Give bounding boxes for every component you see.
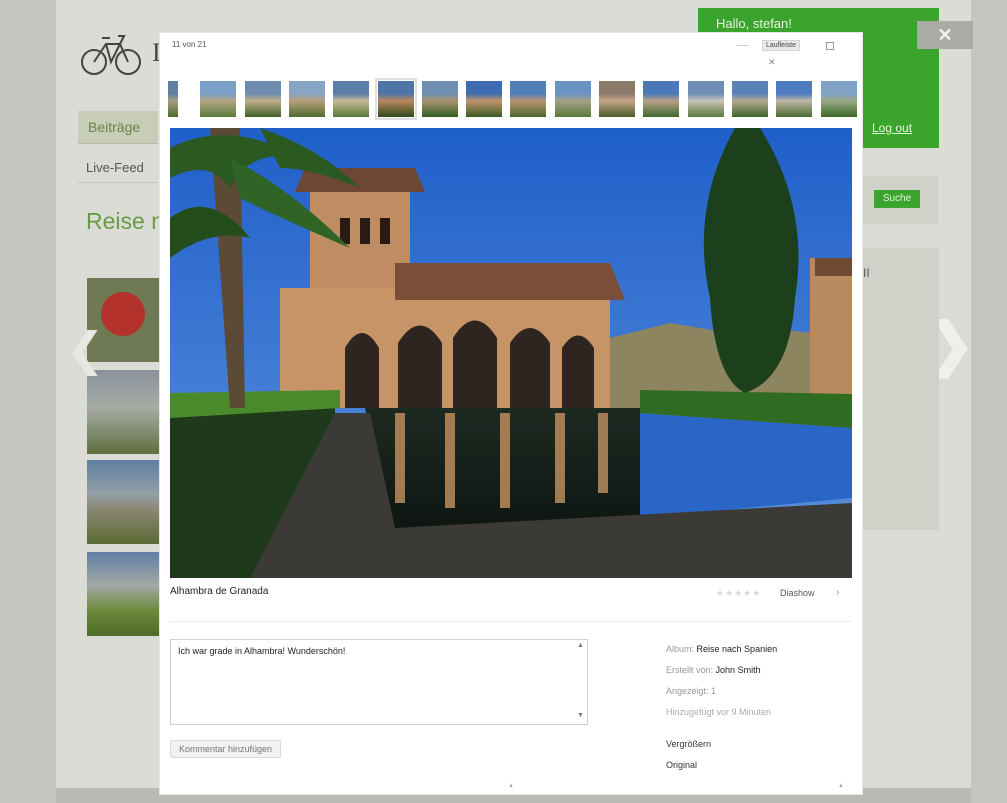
enlarge-link[interactable]: Vergrößern [666, 739, 711, 749]
scroll-indicator: ▲ [838, 783, 844, 789]
album-value[interactable]: Reise nach Spanien [697, 644, 778, 654]
photo-meta: Album: Reise nach Spanien Erstellt von: … [666, 639, 777, 723]
added-text: Hinzugefügt vor 9 Minuten [666, 707, 772, 717]
created-row: Erstellt von: John Smith [666, 660, 777, 681]
scroll-down-icon[interactable]: ▼ [577, 712, 584, 719]
comment-scrollbar[interactable]: ▲ ▼ [574, 640, 587, 724]
close-icon[interactable]: ✕ [917, 21, 973, 49]
sidebar-text: II [863, 266, 870, 280]
rating-stars[interactable]: ★★★★★ [716, 588, 761, 599]
main-photo[interactable] [170, 128, 852, 578]
added-row: Hinzugefügt vor 9 Minuten [666, 702, 777, 723]
filmstrip-thumbnail[interactable] [289, 81, 325, 117]
filmstrip-thumbnail[interactable] [333, 81, 369, 117]
filmstrip-thumbnail[interactable] [200, 81, 236, 117]
filmstrip-thumbnail[interactable] [168, 81, 178, 117]
divider [737, 45, 749, 46]
fullscreen-icon[interactable] [826, 42, 834, 50]
page-title: Reise n [86, 208, 164, 234]
search-button[interactable]: Suche [874, 190, 920, 208]
sidebar-box: II [851, 248, 939, 530]
filmstrip-thumbnail[interactable] [776, 81, 812, 117]
album-thumbnail[interactable] [87, 460, 159, 544]
views-row: Angezeigt: 1 [666, 681, 777, 702]
filmstrip-thumbnail[interactable] [599, 81, 635, 117]
scroll-up-icon[interactable]: ▲ [577, 642, 584, 649]
filmstrip-thumbnail[interactable] [555, 81, 591, 117]
divider [78, 182, 158, 183]
greeting-text: Hallo, stefan! [716, 16, 792, 31]
chevron-left-icon[interactable]: ❮ [66, 322, 105, 376]
filmstrip [168, 78, 857, 120]
filmstrip-thumbnail[interactable] [466, 81, 502, 117]
alhambra-photo [170, 128, 852, 578]
tab-live-feed[interactable]: Live-Feed [86, 160, 144, 175]
filmstrip-thumbnail[interactable] [422, 81, 458, 117]
add-comment-button[interactable]: Kommentar hinzufügen [170, 740, 282, 758]
filmstrip-thumbnail[interactable] [245, 81, 281, 117]
slideshow-link[interactable]: Diashow [780, 588, 815, 598]
created-value[interactable]: John Smith [716, 665, 761, 675]
views-label: Angezeigt: [666, 686, 709, 696]
filmstrip-thumbnail[interactable] [643, 81, 679, 117]
created-label: Erstellt von: [666, 665, 714, 675]
tab-posts[interactable]: Beiträge [78, 111, 158, 143]
logout-link[interactable]: Log out [872, 121, 912, 135]
bicycle-icon [81, 35, 141, 75]
album-row: Album: Reise nach Spanien [666, 639, 777, 660]
filmstrip-thumbnail[interactable] [375, 78, 417, 120]
divider [78, 143, 158, 144]
scroll-indicator: ▲ [508, 783, 514, 789]
photo-counter: 11 von 21 [172, 40, 207, 49]
album-label: Album: [666, 644, 695, 654]
filmstrip-toggle-button[interactable]: Laufleiste [762, 40, 800, 51]
album-thumbnail[interactable] [87, 552, 159, 636]
original-link[interactable]: Original [666, 760, 697, 770]
views-value: 1 [711, 686, 717, 696]
comment-input[interactable]: Ich war grade in Alhambra! Wunderschön! [170, 639, 588, 725]
chevron-right-icon[interactable]: › [836, 587, 839, 598]
flower-shape [101, 292, 145, 336]
photo-lightbox: 11 von 21 Laufleiste ✕ Alhambra de Grana… [159, 32, 863, 795]
photo-caption: Alhambra de Granada [170, 586, 269, 597]
filmstrip-thumbnail[interactable] [821, 81, 857, 117]
filmstrip-thumbnail[interactable] [510, 81, 546, 117]
close-icon[interactable]: ✕ [768, 57, 776, 68]
filmstrip-thumbnail[interactable] [732, 81, 768, 117]
album-thumbnail[interactable] [87, 370, 159, 454]
filmstrip-thumbnail[interactable] [688, 81, 724, 117]
divider [170, 621, 852, 622]
